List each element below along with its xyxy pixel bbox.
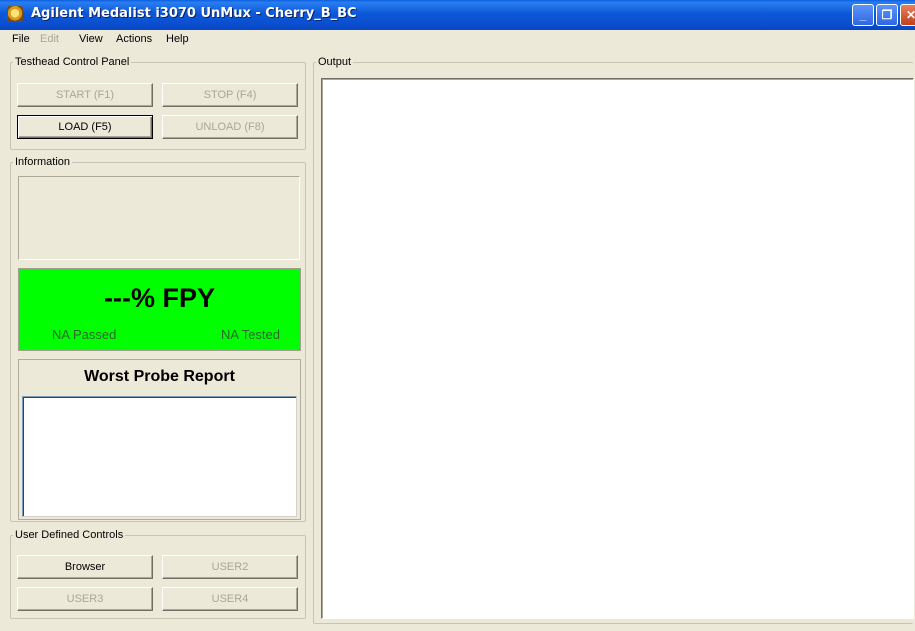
window-title: Agilent Medalist i3070 UnMux - Cherry_B_…: [31, 6, 357, 21]
user-defined-controls: User Defined Controls Browser USER2 USER…: [10, 529, 306, 619]
start-button[interactable]: START (F1): [17, 83, 153, 107]
output-panel: Output: [313, 56, 914, 624]
load-button[interactable]: LOAD (F5): [17, 115, 153, 139]
close-button[interactable]: ✕: [900, 4, 915, 26]
fpy-value: ---% FPY: [104, 283, 215, 313]
worst-probe-list[interactable]: [22, 396, 297, 517]
output-text-area[interactable]: [321, 78, 914, 619]
information-panel: Information ---% FPY NA Passed NA Tested…: [10, 156, 306, 522]
tested-count: NA Tested: [220, 327, 280, 342]
user2-button[interactable]: USER2: [162, 555, 298, 579]
information-display: [18, 176, 300, 260]
menu-edit[interactable]: Edit: [40, 33, 59, 45]
unload-button[interactable]: UNLOAD (F8): [162, 115, 298, 139]
testhead-control-panel: Testhead Control Panel START (F1) STOP (…: [10, 56, 306, 150]
menu-actions[interactable]: Actions: [116, 33, 152, 45]
menu-view[interactable]: View: [79, 33, 103, 45]
menu-file[interactable]: File: [12, 33, 30, 45]
information-panel-label: Information: [13, 156, 73, 169]
maximize-button[interactable]: ❐: [876, 4, 898, 26]
testhead-panel-label: Testhead Control Panel: [13, 56, 132, 69]
browser-button[interactable]: Browser: [17, 555, 153, 579]
stop-button[interactable]: STOP (F4): [162, 83, 298, 107]
user4-button[interactable]: USER4: [162, 587, 298, 611]
output-panel-label: Output: [316, 56, 354, 69]
user-controls-label: User Defined Controls: [13, 529, 126, 542]
minimize-button[interactable]: _: [852, 4, 874, 26]
worst-probe-panel: Worst Probe Report: [18, 359, 301, 520]
title-bar[interactable]: Agilent Medalist i3070 UnMux - Cherry_B_…: [0, 0, 915, 30]
app-icon: [7, 6, 23, 22]
menu-help[interactable]: Help: [166, 33, 189, 45]
menu-bar: File Edit View Actions Help: [0, 30, 915, 48]
worst-probe-title: Worst Probe Report: [84, 368, 235, 385]
fpy-panel: ---% FPY NA Passed NA Tested: [18, 268, 301, 351]
user3-button[interactable]: USER3: [17, 587, 153, 611]
passed-count: NA Passed: [52, 327, 117, 342]
